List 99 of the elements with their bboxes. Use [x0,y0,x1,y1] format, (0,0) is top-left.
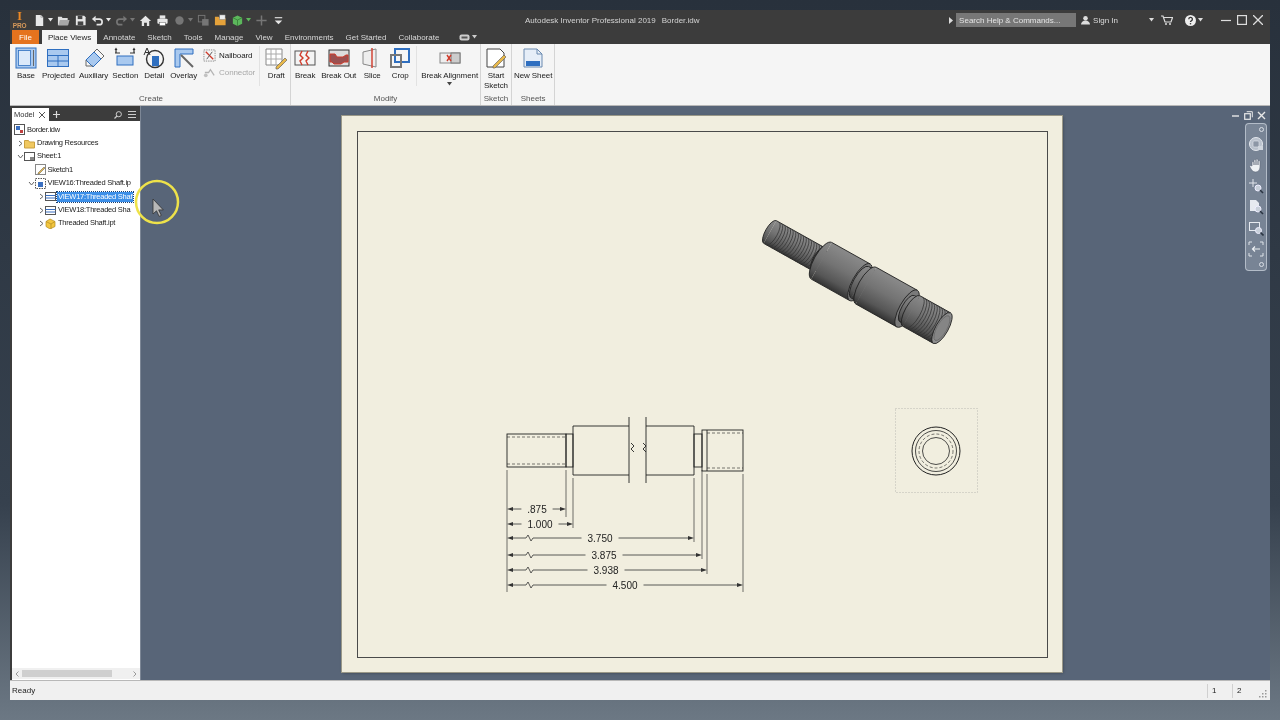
draft-button[interactable]: Draft [263,46,290,86]
caret-down-icon[interactable] [472,35,478,39]
connector-icon [203,66,217,79]
section-button[interactable]: Section [111,46,140,92]
cutout-icon [326,46,351,70]
projected-button[interactable]: Projected [41,46,76,92]
ribbon-tab[interactable]: Place Views [41,30,98,44]
angle-icon [171,46,196,70]
crop-button[interactable]: Crop [387,46,414,92]
ribbon-tab[interactable]: Environments [278,30,340,44]
search-icon[interactable] [114,110,122,119]
ribbon-group-label: Sheets [520,94,546,103]
status-message: Ready [12,686,36,695]
ribbon-tab[interactable]: View [249,30,279,44]
dashed-frame-icon [34,177,46,189]
ribbon-tab[interactable]: Sketch [141,30,178,44]
ribbon-group-label: Create [139,94,164,103]
scrollbar-thumb[interactable] [22,670,112,677]
dimension-line [507,522,573,526]
chevron-down-icon[interactable] [27,179,35,187]
cart-icon[interactable] [1161,15,1173,25]
resize-grip-icon[interactable] [1259,690,1267,698]
caret-down-icon[interactable] [48,18,53,22]
start-sketch-button[interactable]: Start Sketch [482,46,510,92]
dimension-value: 4.500 [612,579,638,591]
sketch-icon [34,164,46,176]
nailboard-button[interactable]: Nailboard [203,49,256,62]
break-button[interactable]: Break [292,46,319,92]
home-icon[interactable] [139,13,152,27]
dimension-value: 3.750 [587,532,613,544]
new-sheet-icon [521,46,546,70]
zoom-page-icon[interactable] [1248,199,1264,215]
menu-icon[interactable] [128,111,136,118]
auxiliary-button[interactable]: Auxiliary [77,46,110,92]
detail-button[interactable]: Detail [141,46,168,92]
folder-icon [24,137,35,149]
caret-right-icon[interactable] [949,16,954,24]
chevron-right-icon[interactable] [38,219,45,227]
slice-button[interactable]: Slice [359,46,386,92]
caret-down-icon[interactable] [447,82,453,86]
chevron-down-icon[interactable] [17,152,24,160]
dimension-value: 1.000 [527,518,553,530]
chevron-right-icon[interactable] [17,139,24,147]
caret-down-icon[interactable] [1149,18,1154,22]
window-title: Autodesk Inventor Professional 2019 [525,15,656,25]
break-alignment-button[interactable]: Break Alignment [420,46,479,86]
restore-icon[interactable] [1244,111,1253,120]
sheet-icon [24,150,35,162]
save-icon[interactable] [74,13,87,27]
folder-icon[interactable] [214,13,227,27]
ribbon-tab[interactable]: Collaborate [392,30,446,44]
overlay-button[interactable]: Overlay [169,46,199,92]
help-icon[interactable] [1185,14,1196,26]
chevron-right-icon[interactable] [38,193,45,201]
ribbon-group-label: Modify [373,94,398,103]
base-button[interactable]: Base [13,46,39,92]
dimension-value: 3.875 [591,549,617,561]
dimension-value: .875 [527,503,547,515]
status-counter: 1 [1212,686,1217,695]
ribbon-tab[interactable]: Get Started [339,30,393,44]
cube-icon [45,217,56,229]
pan-hand-icon[interactable] [1248,157,1264,173]
logo-letter: I [17,11,22,22]
ribbon-tab[interactable]: Annotate [97,30,142,44]
cursor-highlight-icon [133,178,181,226]
chevron-right-icon[interactable] [38,206,45,214]
panes-icon [46,46,71,70]
zoom-window-icon[interactable] [1248,220,1264,236]
ribbon-tab[interactable]: Manage [208,30,250,44]
new-sheet-button[interactable]: New Sheet [513,46,554,92]
break-out-button[interactable]: Break Out [320,46,358,92]
window-panes-icon [45,204,56,216]
print-icon[interactable] [156,13,169,27]
circle-detail-icon [142,46,167,70]
caret-down-icon[interactable] [1198,18,1203,22]
view-frame-icon [14,46,38,70]
look-at-icon[interactable] [1248,241,1264,257]
dimension-line [507,507,566,511]
undo-icon[interactable] [91,13,104,27]
ribbon-group-label: Sketch [483,94,509,103]
dimension-value: 3.938 [593,564,619,576]
dashed-square-icon [203,49,217,62]
status-counter: 2 [1237,686,1242,695]
search-field[interactable]: Search Help & Commands... [956,13,1077,27]
window-panes-icon [45,191,56,203]
document-name: Border.idw [661,15,700,25]
close-icon[interactable] [39,111,46,118]
user-icon [1081,15,1091,25]
sign-in-button[interactable]: Sign In [1081,15,1118,25]
caret-down-icon[interactable] [246,18,251,22]
box-icon[interactable] [231,13,244,27]
maximize-icon[interactable] [1237,15,1247,25]
crop-icon [388,46,413,70]
caret-down-icon[interactable] [106,18,111,22]
steering-wheel-icon[interactable] [1248,136,1264,152]
horizontal-scrollbar[interactable] [12,668,140,679]
new-file-icon[interactable] [33,13,46,27]
ribbon-tab[interactable]: Tools [177,30,209,44]
zoom-icon[interactable] [1248,178,1264,194]
